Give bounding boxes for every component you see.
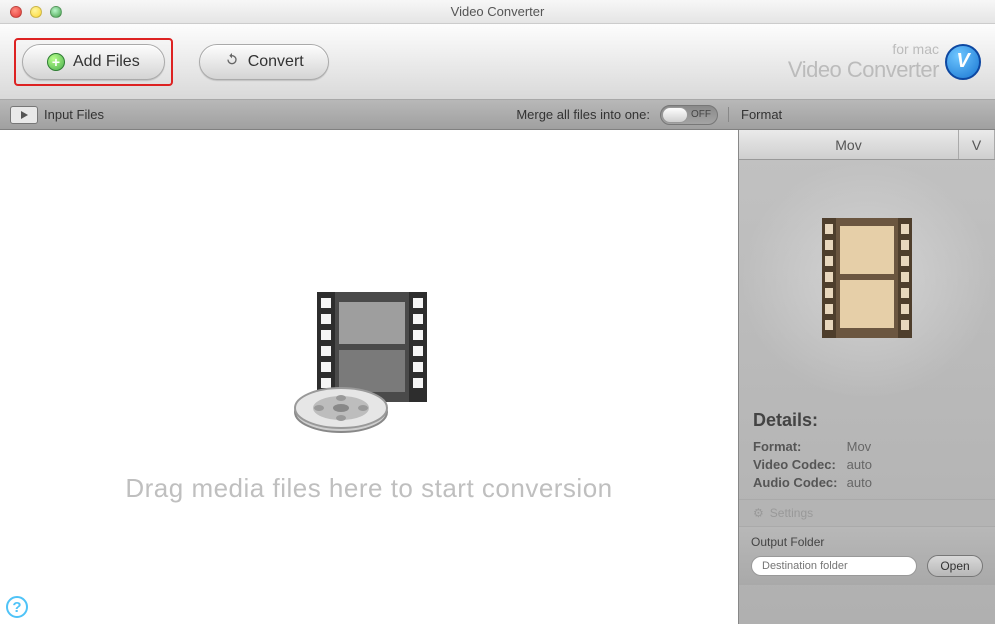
detail-acodec-label: Audio Codec: (753, 475, 843, 490)
format-tabs: Mov V (739, 130, 995, 160)
merge-label: Merge all files into one: (516, 107, 650, 122)
brand-title: Video Converter (788, 57, 939, 83)
open-button[interactable]: Open (927, 555, 983, 577)
detail-format-label: Format: (753, 439, 843, 454)
subbar: Input Files Merge all files into one: OF… (0, 100, 995, 130)
add-files-label: Add Files (73, 53, 140, 71)
detail-acodec-value: auto (847, 475, 872, 490)
dropzone-hint: Drag media files here to start conversio… (125, 473, 612, 504)
brand-logo-icon: V (945, 44, 981, 80)
details-section: Details: Format: Mov Video Codec: auto A… (739, 400, 995, 499)
settings-button[interactable]: ⚙ Settings (739, 499, 995, 527)
settings-label: Settings (770, 506, 813, 520)
main: Drag media files here to start conversio… (0, 130, 995, 624)
brand-subtitle: for mac (788, 41, 939, 57)
titlebar: Video Converter (0, 0, 995, 24)
refresh-icon (224, 51, 240, 72)
play-icon[interactable] (10, 106, 38, 124)
output-folder-label: Output Folder (751, 535, 983, 549)
format-panel: Mov V Details: Format: Mov (738, 130, 995, 624)
convert-button[interactable]: Convert (199, 44, 329, 80)
brand: for mac Video Converter V (788, 41, 981, 83)
plus-icon: + (47, 53, 65, 71)
merge-toggle[interactable]: OFF (660, 105, 718, 125)
detail-format-value: Mov (847, 439, 872, 454)
detail-vcodec-label: Video Codec: (753, 457, 843, 472)
convert-label: Convert (248, 53, 304, 71)
input-files-label: Input Files (44, 107, 104, 122)
output-section: Output Folder Open (739, 527, 995, 585)
format-preview (739, 160, 995, 400)
details-heading: Details: (753, 410, 981, 431)
tab-mov[interactable]: Mov (739, 130, 959, 159)
toggle-knob (662, 107, 688, 123)
add-files-button[interactable]: + Add Files (22, 44, 165, 80)
format-header-label: Format (741, 107, 782, 122)
toolbar: + Add Files Convert for mac Video Conver… (0, 24, 995, 100)
filmstrip-icon (822, 218, 912, 343)
gear-icon: ⚙ (753, 506, 764, 520)
tab-v[interactable]: V (959, 130, 995, 159)
merge-toggle-state: OFF (691, 109, 711, 120)
help-icon[interactable]: ? (6, 596, 28, 618)
detail-vcodec-value: auto (847, 457, 872, 472)
add-files-highlight: + Add Files (14, 38, 173, 86)
destination-input[interactable] (751, 556, 917, 576)
window-title: Video Converter (0, 4, 995, 19)
film-art-icon (279, 272, 459, 452)
dropzone[interactable]: Drag media files here to start conversio… (0, 130, 738, 624)
format-header: Format (728, 107, 985, 122)
